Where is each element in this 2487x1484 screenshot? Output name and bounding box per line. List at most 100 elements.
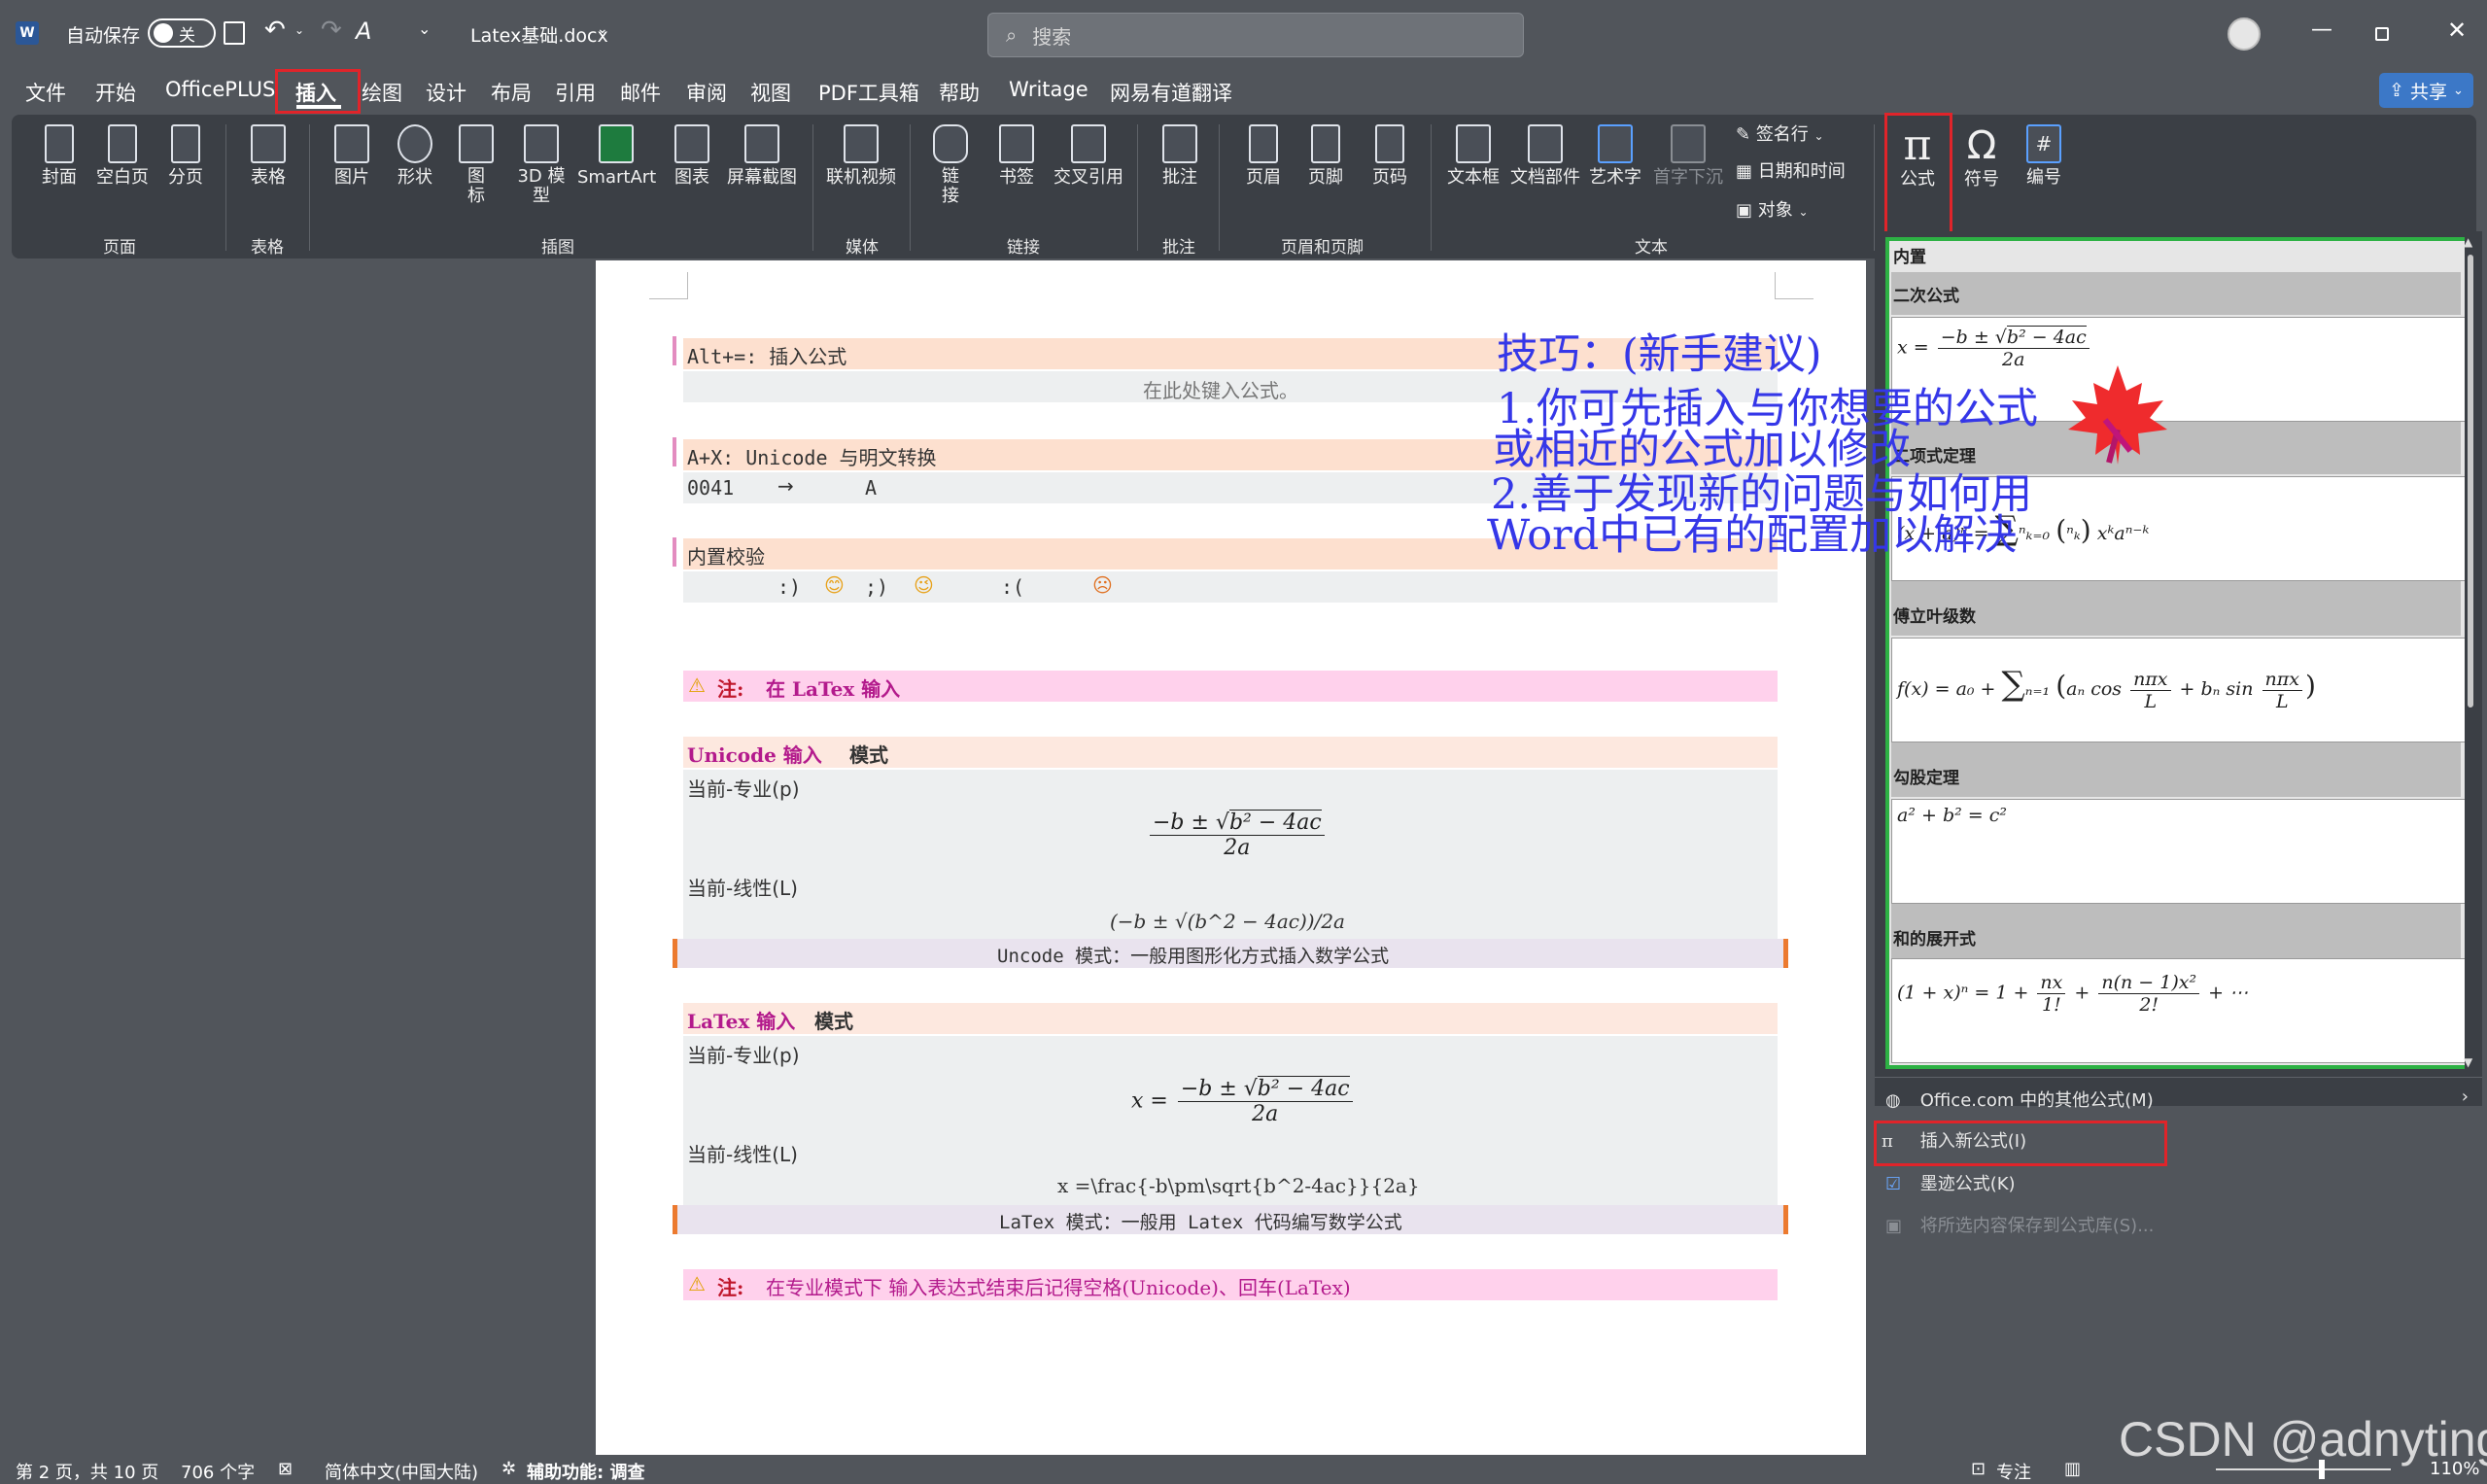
smartart-button[interactable]: SmartArt — [577, 124, 656, 189]
3d-model-button[interactable]: 3D 模 型 — [515, 124, 568, 206]
minimize-icon[interactable]: — — [2311, 17, 2332, 42]
office-more-equations-label: Office.com 中的其他公式(M) — [1919, 1090, 2154, 1111]
equation-placeholder[interactable]: 在此处键入公式。 — [1143, 375, 1298, 403]
link-button[interactable]: 链 接 — [931, 124, 970, 206]
focus-icon[interactable]: ⊡ — [1971, 1459, 1986, 1479]
tab-review[interactable]: 审阅 — [686, 78, 727, 107]
word-count[interactable]: 706 个字 — [181, 1459, 255, 1484]
search-box[interactable]: ⌕ 搜索 — [987, 13, 1524, 57]
annotation-line: 或相近的公式加以修改 — [1493, 426, 1911, 474]
textbox-label: 文本框 — [1447, 167, 1500, 188]
proofing-icon[interactable]: ⊠ — [278, 1459, 293, 1479]
signature-line-button[interactable]: ✎ 签名行 ⌄ — [1736, 124, 1824, 147]
save-icon[interactable] — [224, 21, 245, 45]
scroll-down-icon[interactable]: ▼ — [2464, 1055, 2472, 1069]
screenshot-button[interactable]: 屏幕截图 — [725, 124, 799, 189]
ink-equation-icon: ☑ — [1885, 1174, 1902, 1194]
share-button[interactable]: ⇪ 共享 ⌄ — [2379, 73, 2473, 108]
picture-button[interactable]: 图片 — [330, 124, 373, 189]
video-icon — [844, 124, 879, 163]
undo-icon[interactable]: ↶ — [264, 16, 286, 45]
symbol-button[interactable]: Ω 符号 — [1959, 122, 2004, 190]
focus-mode[interactable]: 专注 — [1996, 1459, 2031, 1484]
page-number-button[interactable]: 页码 — [1370, 124, 1409, 189]
shape-button[interactable]: 形状 — [394, 124, 436, 189]
cross-reference-button[interactable]: 交叉引用 — [1052, 124, 1125, 189]
unicode-mode-title: Unicode 输入 — [687, 743, 822, 767]
bookmark-icon — [999, 124, 1034, 163]
numbering-button[interactable]: # 编号 — [2021, 124, 2066, 189]
accessibility-icon[interactable]: ✲ — [501, 1459, 516, 1479]
blank-page-button[interactable]: 空白页 — [93, 124, 152, 189]
ribbon-separator — [910, 124, 911, 251]
section-marker — [673, 537, 676, 567]
tab-mailings[interactable]: 邮件 — [620, 78, 661, 107]
omega-icon: Ω — [1966, 123, 1997, 168]
office-more-equations-item[interactable]: ◍ Office.com 中的其他公式(M) › — [1885, 1087, 2478, 1116]
tab-help[interactable]: 帮助 — [939, 78, 980, 107]
title-dropdown-icon[interactable]: ⌄ — [597, 21, 608, 37]
table-button[interactable]: 表格 — [247, 124, 290, 189]
quadratic-formula-professional: −b ± √b² − 4ac 2a — [1147, 810, 1328, 860]
drop-cap-icon — [1671, 124, 1706, 163]
note-text: 在 LaTex 输入 — [766, 677, 901, 701]
wordart-button[interactable]: 艺术字 — [1588, 124, 1642, 189]
close-icon[interactable]: ✕ — [2447, 17, 2467, 44]
page-break-button[interactable]: 分页 — [165, 124, 206, 189]
tab-file[interactable]: 文件 — [25, 78, 66, 107]
chevron-down-icon: ⌄ — [1813, 129, 1824, 143]
save-to-gallery-item[interactable]: ▣ 将所选内容保存到公式库(S)... — [1885, 1212, 2154, 1237]
cover-page-button[interactable]: 封面 — [39, 124, 80, 189]
tab-home[interactable]: 开始 — [95, 78, 136, 107]
undo-dropdown-icon[interactable]: ⌄ — [294, 23, 304, 37]
avatar[interactable] — [2228, 17, 2261, 51]
quick-parts-button[interactable]: 文档部件 — [1508, 124, 1582, 189]
comment-label: 批注 — [1162, 167, 1197, 188]
tab-active-indicator — [296, 105, 341, 109]
textbox-button[interactable]: 文本框 — [1446, 124, 1501, 189]
gallery-section — [1891, 272, 2461, 315]
group-text: 文本 — [1635, 238, 1668, 258]
redo-icon[interactable]: ↷ — [321, 16, 342, 45]
latex-mode-suffix: 模式 — [814, 1010, 853, 1033]
mode-linear: 当前-线性(L) — [687, 1143, 798, 1166]
note-label: 注: — [717, 677, 744, 701]
date-time-button[interactable]: ▦ 日期和时间 — [1736, 161, 1846, 183]
tab-view[interactable]: 视图 — [750, 78, 791, 107]
customize-toolbar-icon[interactable]: ⌄ — [418, 19, 431, 38]
restore-icon[interactable] — [2375, 27, 2389, 41]
cube-icon — [524, 124, 559, 163]
chart-button[interactable]: 图表 — [671, 124, 713, 189]
tab-draw[interactable]: 绘图 — [362, 78, 402, 107]
tab-references[interactable]: 引用 — [555, 78, 596, 107]
accessibility-status[interactable]: 辅助功能: 调查 — [527, 1459, 644, 1484]
tab-writage[interactable]: Writage — [1009, 78, 1088, 101]
caption-text: Uncode 模式：一般用图形化方式插入数学公式 — [997, 946, 1390, 967]
online-video-button[interactable]: 联机视频 — [824, 124, 898, 189]
tab-pdf-toolbox[interactable]: PDF工具箱 — [818, 78, 919, 107]
ink-equation-item[interactable]: ☑ 墨迹公式(K) — [1885, 1170, 2016, 1195]
header-button[interactable]: 页眉 — [1244, 124, 1283, 189]
tab-design[interactable]: 设计 — [426, 78, 466, 107]
language[interactable]: 简体中文(中国大陆) — [325, 1459, 478, 1484]
tab-layout[interactable]: 布局 — [491, 78, 532, 107]
drop-cap-label: 首字下沉 — [1653, 167, 1723, 188]
scroll-up-icon[interactable]: ▲ — [2464, 235, 2472, 249]
comment-button[interactable]: 批注 — [1160, 124, 1199, 189]
read-mode-icon[interactable]: ▥ — [2064, 1459, 2081, 1479]
icons-button[interactable]: 图 标 — [455, 124, 498, 206]
autosave-toggle[interactable]: 关 — [148, 18, 216, 48]
footer-button[interactable]: 页脚 — [1306, 124, 1345, 189]
page-count[interactable]: 第 2 页，共 10 页 — [16, 1459, 158, 1484]
document-title[interactable]: Latex基础.docx — [470, 21, 608, 48]
spellcheck-icon[interactable]: A — [356, 17, 371, 45]
tab-officeplus[interactable]: OfficePLUS — [165, 78, 275, 101]
tab-youdao[interactable]: 网易有道翻译 — [1110, 78, 1232, 107]
zoom-slider[interactable] — [2216, 1468, 2391, 1470]
gallery-scroll-thumb[interactable] — [2468, 255, 2473, 707]
drop-cap-button[interactable]: 首字下沉 — [1652, 124, 1724, 189]
bookmark-button[interactable]: 书签 — [997, 124, 1036, 189]
word-logo-icon[interactable]: W — [16, 21, 39, 45]
object-button[interactable]: ▣ 对象 ⌄ — [1736, 200, 1809, 223]
wordart-label: 艺术字 — [1589, 167, 1641, 188]
